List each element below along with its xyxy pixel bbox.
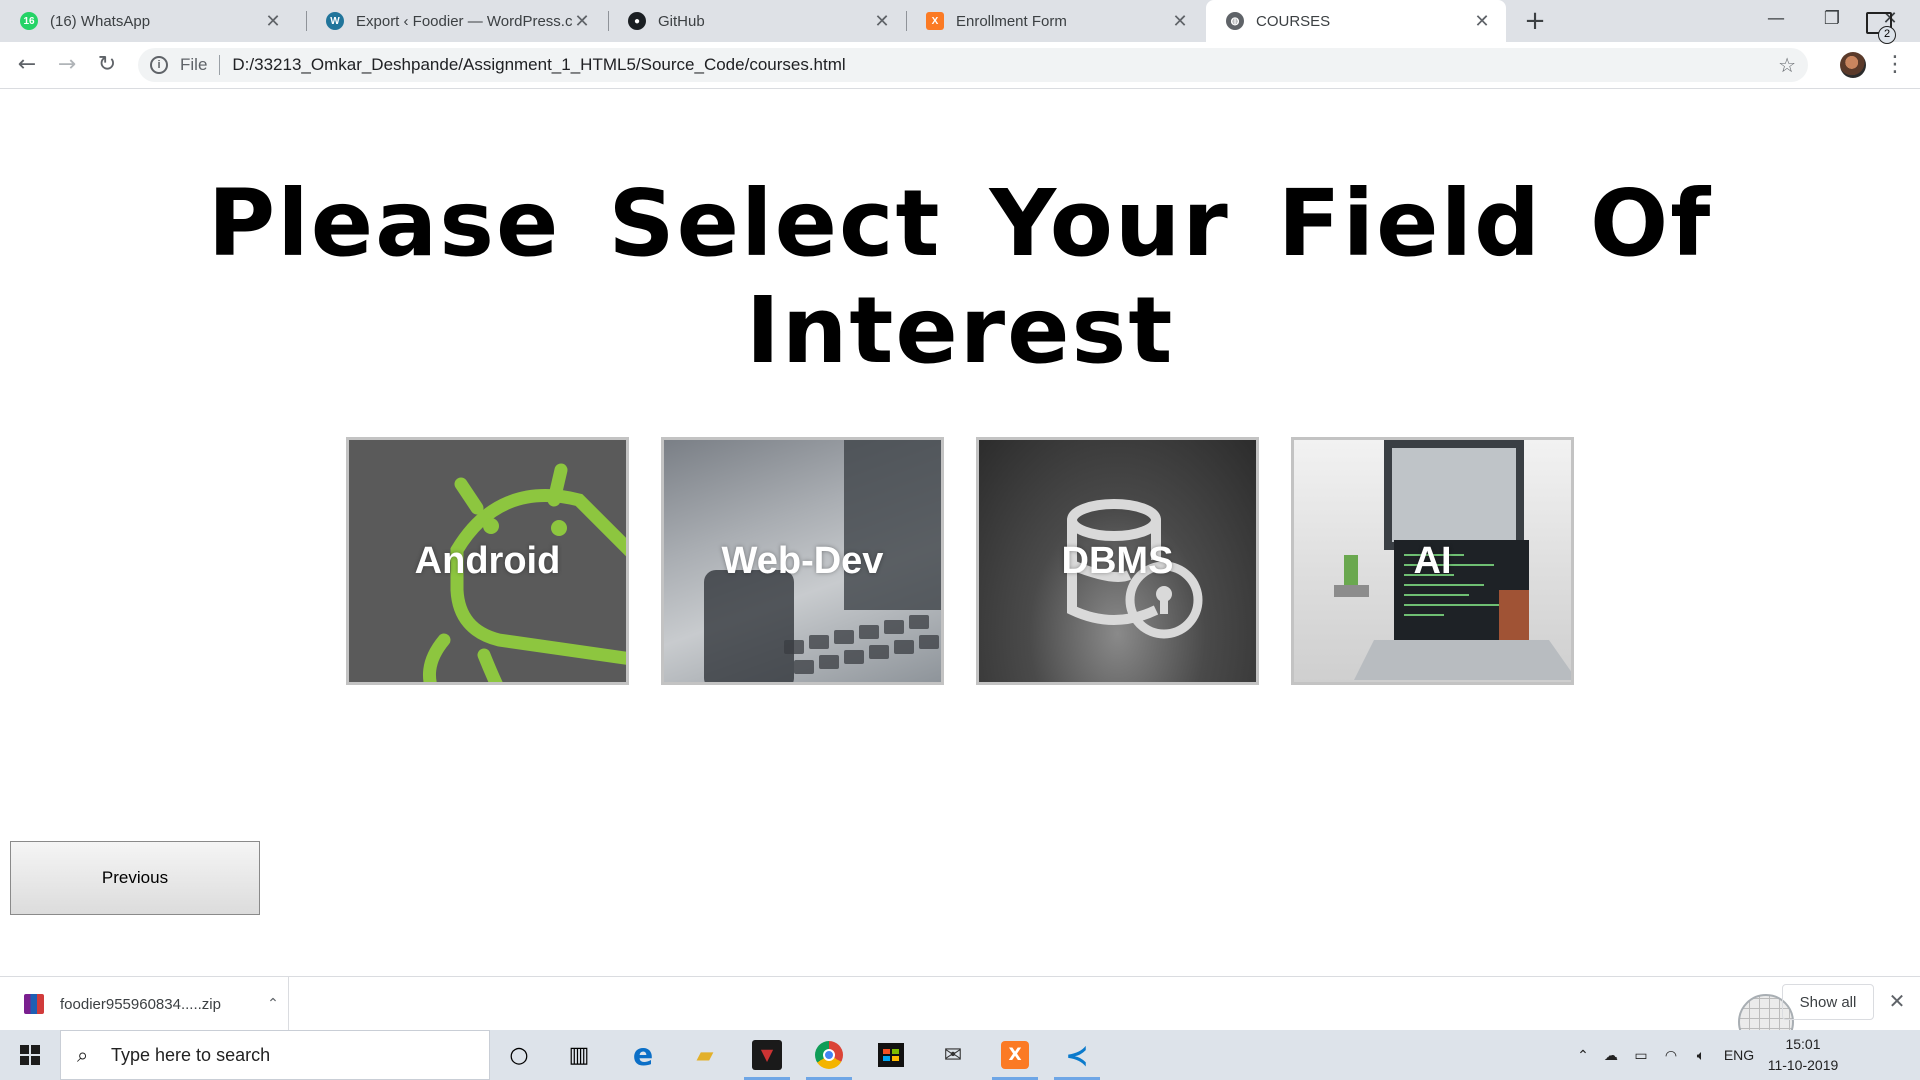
wordpress-icon: W [326, 12, 344, 30]
download-item[interactable]: foodier955960834.....zip ⌃ [0, 977, 289, 1031]
address-bar[interactable]: i File D:/33213_Omkar_Deshpande/Assignme… [138, 48, 1808, 82]
page-heading: Please Select Your Field Of Interest [207, 170, 1713, 384]
previous-button[interactable]: Previous [10, 841, 260, 915]
course-card-web-dev[interactable]: Web-Dev [661, 437, 944, 685]
close-icon[interactable]: ✕ [572, 11, 592, 32]
tab-wordpress[interactable]: W Export ‹ Foodier — WordPress.co ✕ [306, 0, 606, 42]
back-button[interactable]: ← [12, 50, 42, 80]
chevron-up-icon[interactable]: ⌃ [1570, 1047, 1596, 1064]
zip-archive-icon [24, 994, 44, 1014]
tab-whatsapp[interactable]: 16 (16) WhatsApp ✕ [0, 0, 297, 42]
globe-icon: ◍ [1226, 12, 1244, 30]
windows-logo-icon [20, 1045, 40, 1065]
course-card-dbms[interactable]: DBMS [976, 437, 1259, 685]
taskbar-search[interactable]: ⌕ Type here to search [60, 1030, 490, 1080]
restore-button[interactable]: ❐ [1808, 0, 1856, 40]
chevron-up-icon[interactable]: ⌃ [258, 996, 288, 1012]
vscode-icon[interactable]: ≺ [1048, 1035, 1106, 1080]
start-button[interactable] [0, 1030, 60, 1080]
clock[interactable]: 15:01 11-10-2019 [1760, 1034, 1846, 1076]
address-divider [219, 55, 221, 75]
search-icon: ⌕ [77, 1043, 89, 1067]
new-tab-button[interactable]: + [1520, 6, 1550, 36]
course-label: Web-Dev [721, 539, 884, 582]
tab-courses[interactable]: ◍ COURSES ✕ [1206, 0, 1506, 42]
edge-icon[interactable]: e [614, 1035, 672, 1075]
url-text[interactable]: D:/33213_Omkar_Deshpande/Assignment_1_HT… [232, 55, 845, 75]
download-file-name[interactable]: foodier955960834.....zip [60, 996, 258, 1013]
tab-strip: 16 (16) WhatsApp ✕ W Export ‹ Foodier — … [0, 0, 1920, 42]
tab-title: (16) WhatsApp [50, 12, 151, 30]
xampp-icon[interactable]: X [986, 1035, 1044, 1080]
tab-title: Enrollment Form [956, 12, 1067, 30]
course-card-ai[interactable]: AI [1291, 437, 1574, 685]
course-label: DBMS [1061, 539, 1174, 582]
volume-icon[interactable]: 🔈︎ [1686, 1047, 1716, 1064]
chrome-icon[interactable] [800, 1035, 858, 1080]
download-shelf: foodier955960834.....zip ⌃ [0, 976, 1920, 1031]
windows-taskbar: ⌕ Type here to search ○ ▥ e ▰ ▼ ✉ X ≺ ⌃ … [0, 1030, 1920, 1080]
search-placeholder: Type here to search [111, 1044, 271, 1065]
profile-avatar[interactable] [1840, 52, 1866, 78]
whatsapp-icon: 16 [20, 12, 38, 30]
language-indicator[interactable]: ENG [1716, 1047, 1762, 1063]
reload-button[interactable]: ↻ [92, 50, 122, 80]
system-tray: ⌃ ☁ ▭ ◠ 🔈︎ ENG [1570, 1030, 1762, 1080]
tab-title: Export ‹ Foodier — WordPress.co [356, 12, 572, 30]
file-explorer-icon[interactable]: ▰ [676, 1035, 734, 1075]
github-icon: ● [628, 12, 646, 30]
notification-count-badge: 2 [1878, 26, 1896, 44]
predator-app-icon[interactable]: ▼ [738, 1035, 796, 1080]
info-icon[interactable]: i [150, 56, 168, 74]
close-icon[interactable]: ✕ [263, 11, 283, 32]
scheme-label: File [180, 55, 208, 74]
browser-menu-icon[interactable]: ⋮ [1880, 50, 1910, 80]
course-card-android[interactable]: Android [346, 437, 629, 685]
xampp-icon: X [926, 12, 944, 30]
battery-icon[interactable]: ▭ [1626, 1047, 1656, 1064]
mail-icon[interactable]: ✉ [924, 1035, 982, 1075]
task-view-icon[interactable]: ▥ [550, 1035, 608, 1075]
course-label: AI [1413, 539, 1452, 582]
close-icon[interactable]: ✕ [872, 11, 892, 32]
show-all-button[interactable]: Show all [1782, 984, 1874, 1020]
tab-enrollment-form[interactable]: X Enrollment Form ✕ [906, 0, 1204, 42]
close-icon[interactable]: ✕ [1472, 11, 1492, 32]
forward-button[interactable]: → [52, 50, 82, 80]
store-icon[interactable] [862, 1035, 920, 1075]
close-shelf-icon[interactable]: ✕ [1884, 986, 1910, 1016]
browser-toolbar: ← → ↻ i File D:/33213_Omkar_Deshpande/As… [0, 42, 1920, 89]
clock-time: 15:01 [1785, 1036, 1821, 1052]
tab-github[interactable]: ● GitHub ✕ [608, 0, 906, 42]
cortana-icon[interactable]: ○ [490, 1035, 548, 1075]
onedrive-icon[interactable]: ☁ [1596, 1047, 1626, 1064]
minimize-button[interactable]: — [1752, 0, 1800, 40]
course-label: Android [414, 539, 561, 582]
bookmark-star-icon[interactable]: ☆ [1778, 53, 1796, 78]
tab-title: COURSES [1256, 12, 1331, 30]
tab-title: GitHub [658, 12, 705, 30]
wifi-icon[interactable]: ◠ [1656, 1047, 1686, 1064]
clock-date: 11-10-2019 [1767, 1057, 1839, 1073]
close-icon[interactable]: ✕ [1170, 11, 1190, 32]
